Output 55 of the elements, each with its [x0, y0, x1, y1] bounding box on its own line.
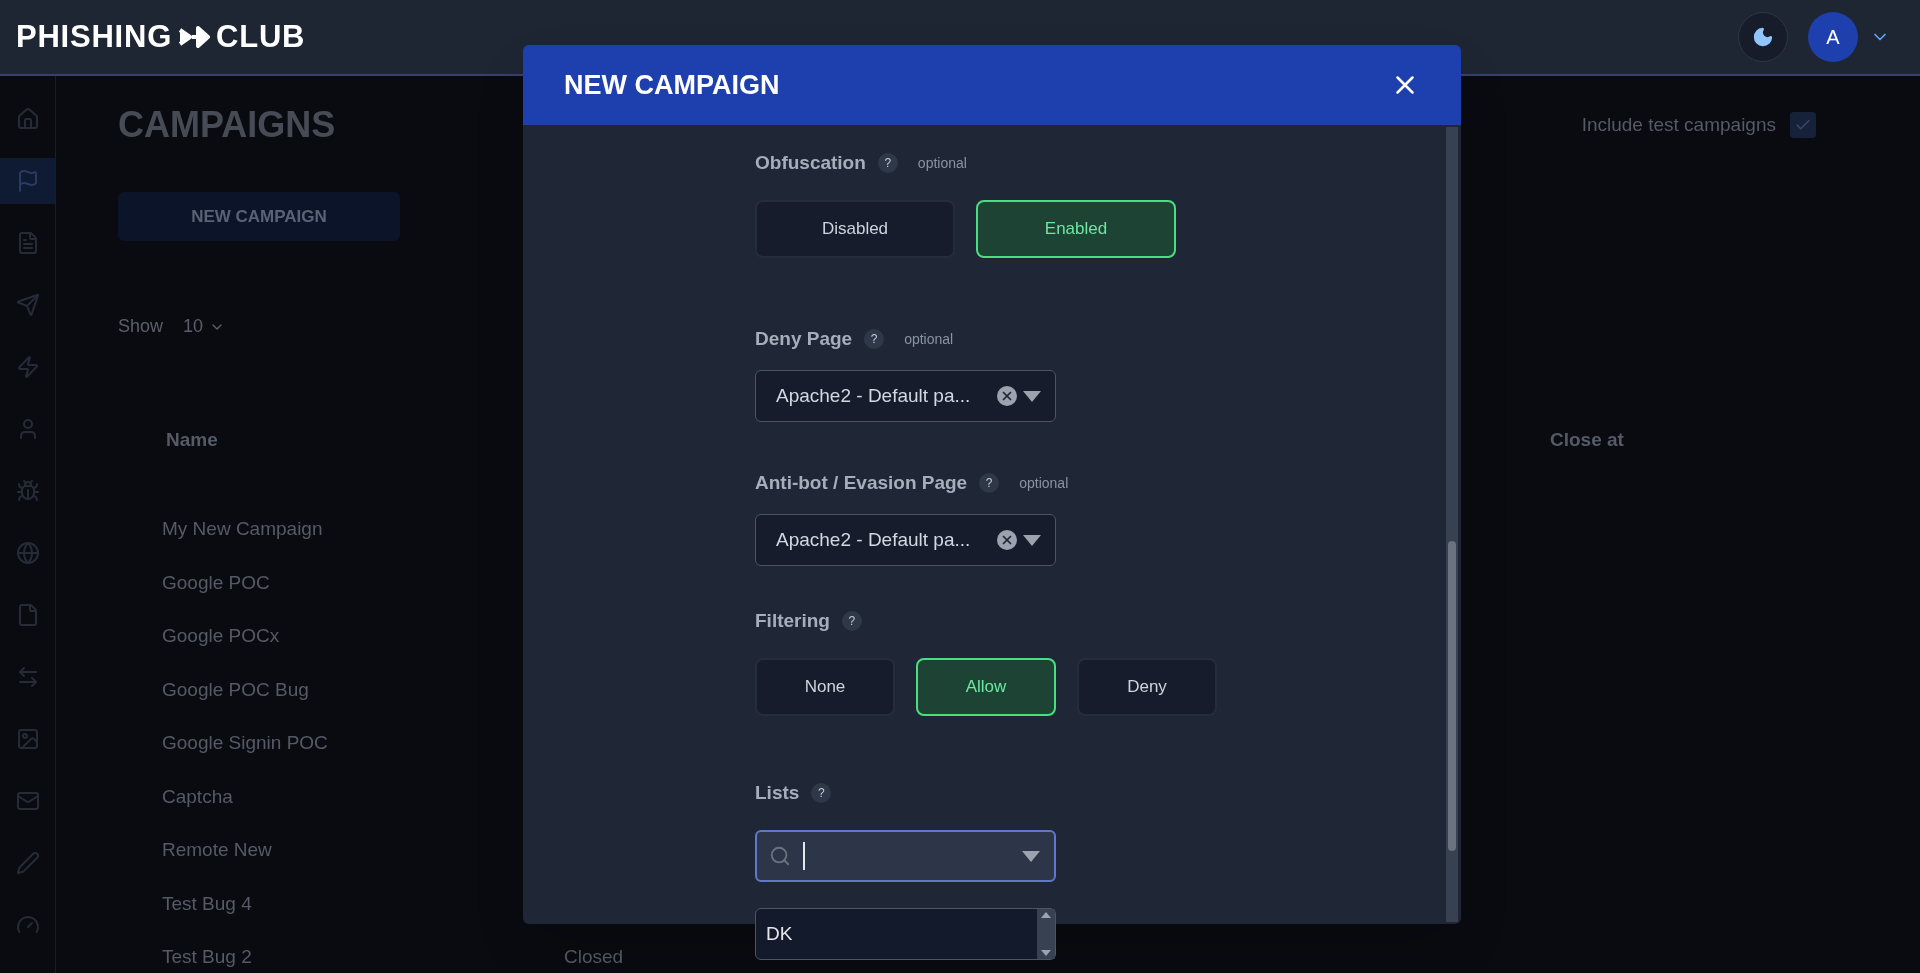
column-header: Name: [166, 429, 218, 450]
scroll-down-icon[interactable]: [1041, 950, 1051, 956]
logo-arrow-icon: [178, 26, 211, 48]
lightning-icon: [15, 355, 40, 379]
show-label: Show: [118, 315, 164, 338]
status-text: Closed: [564, 945, 624, 970]
option-button[interactable]: Disabled: [755, 200, 955, 258]
send-icon: [15, 293, 40, 317]
help-badge[interactable]: ?: [864, 329, 885, 349]
moon-icon: [1752, 26, 1774, 48]
logo-text: PHISHING: [16, 17, 173, 56]
select-field[interactable]: Apache2 - Default pa...: [755, 370, 1056, 422]
option-button[interactable]: Allow: [916, 658, 1056, 716]
column-header: Close at: [1550, 429, 1624, 450]
help-badge[interactable]: ?: [979, 473, 1000, 493]
dropdown-caret-icon[interactable]: [1023, 390, 1041, 402]
field-label: Filtering: [755, 608, 830, 633]
field-label: Deny Page: [755, 326, 853, 351]
dropdown-option[interactable]: DK: [766, 919, 1037, 949]
avatar-button[interactable]: A: [1808, 12, 1858, 62]
theme-toggle-button[interactable]: [1738, 12, 1788, 62]
field-label: Lists: [755, 780, 800, 805]
search-field[interactable]: [755, 830, 1056, 882]
field-label: Obfuscation: [755, 150, 866, 175]
bug-icon: [15, 479, 40, 503]
field-label: Anti-bot / Evasion Page: [755, 470, 968, 495]
clear-icon[interactable]: [997, 530, 1017, 550]
include-test-label: Include test campaigns: [1581, 112, 1776, 137]
option-button[interactable]: None: [755, 658, 895, 716]
sidebar-item[interactable]: [0, 158, 55, 204]
modal-title: NEW CAMPAIGN: [564, 68, 781, 102]
include-test-checkbox[interactable]: [1790, 112, 1816, 138]
option-button[interactable]: Deny: [1077, 658, 1217, 716]
select-value: Apache2 - Default pa...: [776, 527, 972, 552]
clear-icon[interactable]: [997, 386, 1017, 406]
select-value: Apache2 - Default pa...: [776, 383, 972, 408]
image-icon: [15, 727, 40, 751]
globe-icon: [15, 541, 40, 565]
mail-icon: [15, 789, 40, 813]
logo-text: CLUB: [216, 17, 306, 56]
help-badge[interactable]: ?: [841, 611, 862, 631]
search-icon: [769, 845, 791, 867]
help-badge[interactable]: ?: [811, 783, 832, 803]
option-button[interactable]: Enabled: [976, 200, 1176, 258]
optional-hint: optional: [1019, 473, 1069, 493]
dropdown-caret-icon[interactable]: [1022, 850, 1040, 862]
optional-hint: optional: [917, 153, 967, 173]
optional-hint: optional: [904, 329, 954, 349]
page-title: CAMPAIGNS: [118, 103, 336, 147]
help-badge[interactable]: ?: [877, 153, 898, 173]
select-field[interactable]: Apache2 - Default pa...: [755, 514, 1056, 566]
pen-icon: [15, 851, 40, 875]
dropdown-caret-icon[interactable]: [1023, 534, 1041, 546]
home-icon: [15, 107, 40, 131]
scroll-up-icon[interactable]: [1041, 912, 1051, 918]
